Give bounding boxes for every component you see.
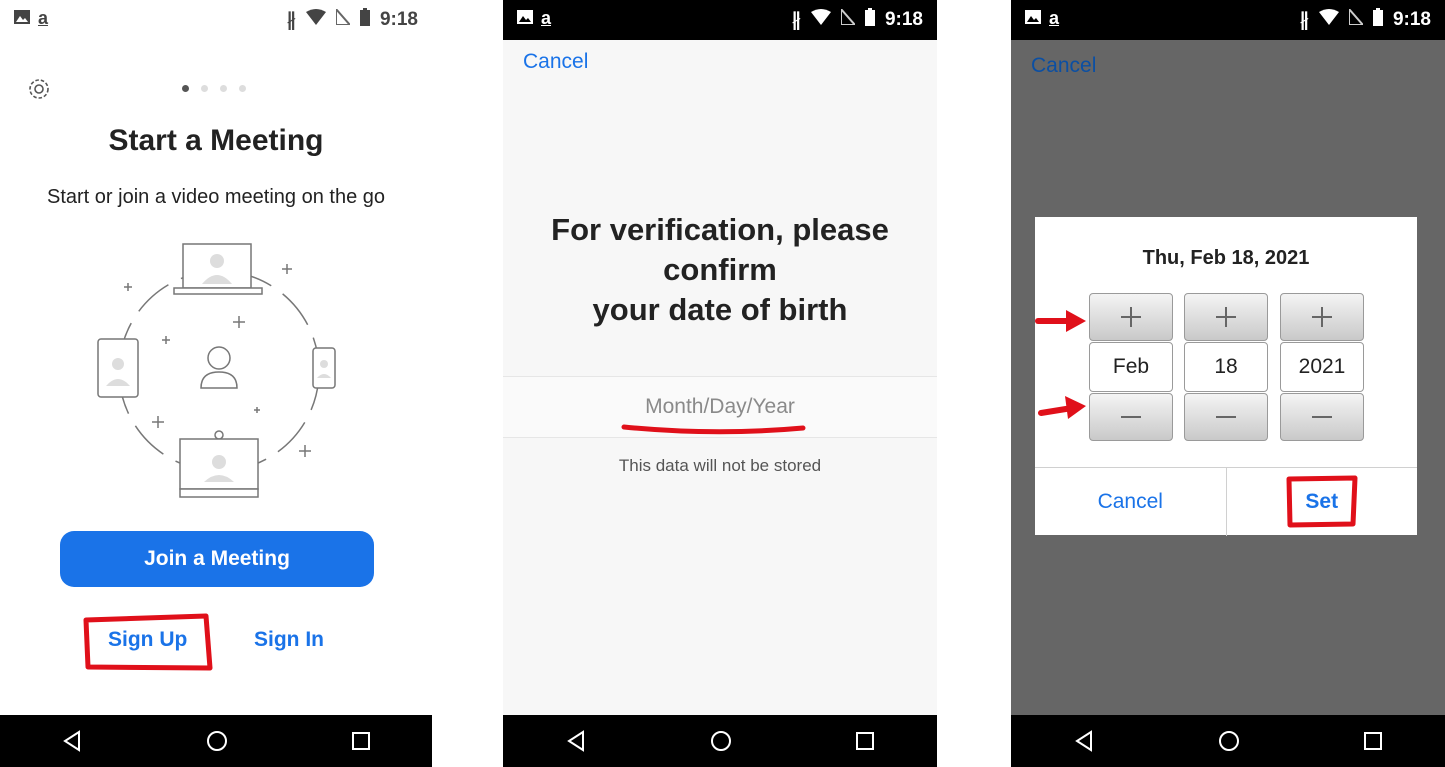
- amazon-icon: a: [1049, 8, 1060, 28]
- minus-icon: [1216, 416, 1236, 418]
- day-increment-button[interactable]: [1184, 293, 1268, 341]
- day-spinner: 18: [1184, 293, 1268, 441]
- month-decrement-button[interactable]: [1089, 393, 1173, 441]
- home-icon[interactable]: [1218, 730, 1240, 752]
- no-sim-icon: [334, 6, 353, 31]
- dialog-buttons: Cancel Set: [1035, 467, 1417, 536]
- privacy-note: This data will not be stored: [618, 456, 822, 475]
- battery-icon: [1372, 8, 1383, 32]
- plus-icon: [1312, 307, 1332, 327]
- month-value[interactable]: Feb: [1089, 342, 1173, 392]
- screen-verify-birthdate: a ∦ 9:18 Cancel For verification, please…: [503, 0, 937, 767]
- wifi-icon: [1318, 9, 1339, 31]
- page-dot: [220, 85, 227, 92]
- nav-bar: [1011, 715, 1445, 767]
- battery-icon: [864, 8, 875, 32]
- day-value[interactable]: 18: [1184, 342, 1268, 392]
- birthdate-placeholder: Month/Day/Year: [645, 395, 795, 418]
- amazon-icon: a: [38, 8, 49, 28]
- month-increment-button[interactable]: [1089, 293, 1173, 341]
- back-icon[interactable]: [565, 730, 587, 752]
- recents-icon[interactable]: [1363, 731, 1383, 751]
- clock: 9:18: [379, 9, 418, 30]
- recents-icon[interactable]: [855, 731, 875, 751]
- page-title: Start a Meeting: [108, 124, 324, 157]
- home-icon[interactable]: [710, 730, 732, 752]
- year-spinner: 2021: [1280, 293, 1364, 441]
- year-value[interactable]: 2021: [1280, 342, 1364, 392]
- page-subtitle: Start or join a video meeting on the go: [47, 186, 385, 208]
- plus-icon: [1216, 307, 1236, 327]
- status-bar: a ∦ 9:18: [503, 0, 937, 40]
- recents-icon[interactable]: [351, 731, 371, 751]
- minus-icon: [1312, 416, 1332, 418]
- page-dot: [239, 85, 246, 92]
- settings-gear-icon[interactable]: [26, 76, 52, 107]
- screen-date-picker: a ∦ 9:18 Cancel Thu, Feb 18, 2021 Feb 18…: [1011, 0, 1445, 767]
- date-picker-dialog: Thu, Feb 18, 2021 Feb 18 2021 Cancel Set: [1035, 217, 1417, 536]
- meeting-illustration: [84, 236, 354, 511]
- verification-heading: For verification, please confirm your da…: [551, 212, 889, 327]
- image-icon: [1025, 8, 1041, 29]
- back-icon[interactable]: [61, 730, 83, 752]
- minus-icon: [1121, 416, 1141, 418]
- dialog-title: Thu, Feb 18, 2021: [1142, 247, 1310, 269]
- clock: 9:18: [1392, 9, 1431, 30]
- dialog-cancel-button[interactable]: Cancel: [1035, 468, 1226, 536]
- year-decrement-button[interactable]: [1280, 393, 1364, 441]
- page-dot-active: [182, 85, 189, 92]
- no-sim-icon: [1347, 6, 1366, 31]
- nav-bar: [503, 715, 937, 767]
- home-icon[interactable]: [206, 730, 228, 752]
- status-bar: a ∦ 9:18: [0, 0, 432, 40]
- sign-in-link[interactable]: Sign In: [254, 628, 324, 652]
- sign-up-link[interactable]: Sign Up: [108, 628, 187, 652]
- status-bar: a ∦ 9:18: [1011, 0, 1445, 40]
- dialog-set-button[interactable]: Set: [1225, 468, 1418, 536]
- day-decrement-button[interactable]: [1184, 393, 1268, 441]
- wifi-icon: [810, 9, 831, 31]
- join-meeting-button[interactable]: Join a Meeting: [60, 531, 374, 587]
- cancel-link[interactable]: Cancel: [523, 50, 588, 74]
- back-icon[interactable]: [1073, 730, 1095, 752]
- page-dot: [201, 85, 208, 92]
- plus-icon: [1121, 307, 1141, 327]
- wifi-icon: [305, 9, 326, 31]
- year-increment-button[interactable]: [1280, 293, 1364, 341]
- month-spinner: Feb: [1089, 293, 1173, 441]
- image-icon: [517, 8, 533, 29]
- image-icon: [14, 8, 30, 29]
- nav-bar: [0, 715, 432, 767]
- bluetooth-icon: ∦: [791, 9, 801, 31]
- cancel-link[interactable]: Cancel: [1031, 54, 1096, 78]
- screen-start-meeting: a ∦ 9:18 Start a Meeting Start or join a…: [0, 0, 432, 767]
- no-sim-icon: [839, 6, 858, 31]
- clock: 9:18: [884, 9, 923, 30]
- birthdate-field[interactable]: Month/Day/Year: [503, 376, 937, 438]
- bluetooth-icon: ∦: [1299, 9, 1309, 31]
- battery-icon: [359, 8, 370, 32]
- amazon-icon: a: [541, 8, 552, 28]
- bluetooth-icon: ∦: [286, 9, 296, 31]
- page-indicator: [182, 85, 246, 92]
